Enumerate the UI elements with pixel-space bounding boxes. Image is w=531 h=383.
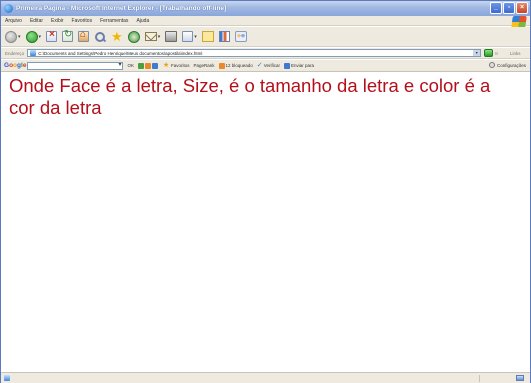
send-to-label: Enviar para	[291, 63, 315, 68]
send-to-button[interactable]: Enviar para	[284, 62, 315, 69]
address-input[interactable]: C:\Documents and Settings\Pedro Henrique…	[27, 49, 482, 57]
spellcheck-label: Verificar	[263, 63, 281, 68]
go-button[interactable]: Ir	[495, 51, 498, 56]
chevron-down-icon[interactable]: ▾	[473, 50, 481, 56]
browser-window: Primeira Página - Microsoft Internet Exp…	[0, 0, 531, 383]
google-search-label: OK	[127, 63, 134, 68]
popup-blocker-label: 12 bloqueado	[225, 63, 253, 68]
title-bar[interactable]: Primeira Página - Microsoft Internet Exp…	[1, 1, 530, 16]
search-icon	[94, 31, 106, 43]
print-button[interactable]	[165, 30, 178, 43]
messenger-button[interactable]	[234, 30, 247, 43]
status-bar	[1, 372, 530, 383]
mail-icon	[144, 32, 157, 41]
refresh-icon	[62, 29, 74, 42]
pagerank-indicator[interactable]: PageRank	[193, 63, 214, 68]
minimize-button[interactable]: _	[490, 2, 502, 14]
back-arrow-icon	[5, 30, 17, 43]
search-button[interactable]	[94, 30, 106, 43]
research-icon	[218, 31, 230, 42]
mail-button[interactable]: ▾	[144, 30, 161, 43]
back-button[interactable]: ▾	[5, 30, 21, 43]
window-controls: _ ▫ ×	[490, 2, 528, 14]
google-search-input[interactable]	[27, 61, 124, 70]
send-icon	[284, 62, 291, 69]
my-computer-icon	[516, 375, 524, 381]
menu-favoritos[interactable]: Favoritos	[72, 18, 93, 24]
stop-button[interactable]	[46, 29, 58, 43]
address-label: Endereço	[5, 50, 25, 56]
forward-arrow-icon	[25, 30, 38, 43]
home-button[interactable]	[78, 29, 90, 43]
edit-button[interactable]: ▾	[182, 30, 197, 43]
chevron-down-icon: ▾	[194, 33, 197, 40]
status-divider	[479, 375, 480, 382]
page-content: Onde Face é a letra, Size, é o tamanho d…	[1, 73, 530, 371]
go-arrow-icon[interactable]	[484, 49, 494, 57]
popup-blocker-button[interactable]: 12 bloqueado	[218, 62, 253, 69]
page-icon	[30, 50, 37, 56]
stop-icon	[46, 29, 58, 42]
google-favorites-label: Favoritos	[170, 63, 190, 68]
google-toolbar: Google OK ★Favoritos PageRank 12 bloquea…	[1, 60, 530, 72]
check-icon: ✓	[256, 61, 263, 69]
news-icon	[137, 62, 144, 69]
forward-button[interactable]: ▾	[25, 30, 42, 43]
menu-exibir[interactable]: Exibir	[51, 18, 64, 24]
address-url: C:\Documents and Settings\Pedro Henrique…	[38, 50, 203, 56]
standard-toolbar: ▾ ▾ ★ ▾ ▾	[1, 27, 530, 47]
close-button[interactable]: ×	[516, 2, 528, 14]
chevron-down-icon: ▾	[38, 33, 42, 40]
chevron-down-icon: ▾	[18, 33, 21, 40]
menu-editar[interactable]: Editar	[30, 18, 43, 24]
messenger-icon	[234, 31, 247, 42]
google-favorites-button[interactable]: ★ Favoritos	[162, 61, 190, 69]
internet-explorer-icon	[4, 4, 13, 13]
address-bar: Endereço C:\Documents and Settings\Pedro…	[1, 48, 530, 59]
favorites-button[interactable]: ★	[111, 30, 123, 43]
google-search-button[interactable]: OK	[127, 63, 134, 68]
spellcheck-button[interactable]: ✓ Verificar	[256, 61, 281, 69]
google-tools[interactable]	[137, 62, 159, 69]
star-icon: ★	[111, 29, 123, 44]
pagerank-label: PageRank	[193, 63, 215, 68]
menu-ajuda[interactable]: Ajuda	[136, 18, 149, 24]
popup-blocker-icon	[218, 62, 225, 69]
maximize-button[interactable]: ▫	[503, 2, 515, 14]
links-button[interactable]: Links	[510, 51, 521, 56]
info-icon	[144, 62, 151, 69]
page-body-text: Onde Face é a letra, Size, é o tamanho d…	[9, 75, 491, 118]
chevron-down-icon: ▾	[157, 33, 161, 40]
history-button[interactable]	[127, 30, 140, 43]
refresh-button[interactable]	[62, 29, 74, 43]
google-logo: Google	[4, 62, 27, 69]
home-icon	[78, 29, 90, 42]
printer-icon	[165, 31, 178, 42]
note-icon	[201, 31, 214, 42]
google-settings-button[interactable]: Configurações	[488, 62, 526, 68]
google-settings-label: Configurações	[496, 62, 526, 68]
menu-ferramentas[interactable]: Ferramentas	[100, 18, 128, 24]
page-status-icon	[4, 375, 10, 381]
menu-arquivo[interactable]: Arquivo	[5, 18, 22, 24]
notes-button[interactable]	[201, 30, 214, 43]
menu-bar: Arquivo Editar Exibir Favoritos Ferramen…	[1, 16, 530, 26]
edit-page-icon	[182, 31, 194, 42]
settings-icon	[488, 62, 495, 68]
star-icon: ★	[162, 61, 170, 69]
research-button[interactable]	[218, 30, 230, 43]
highlight-icon	[151, 62, 158, 69]
history-icon	[127, 30, 140, 43]
window-title: Primeira Página - Microsoft Internet Exp…	[16, 5, 227, 12]
